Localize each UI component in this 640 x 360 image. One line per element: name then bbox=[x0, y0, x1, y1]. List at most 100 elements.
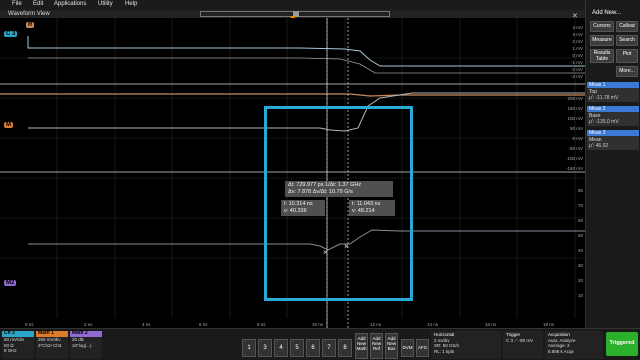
math1-label[interactable]: M bbox=[4, 122, 13, 128]
time-tick: 12 ns bbox=[370, 322, 382, 327]
more-button[interactable]: More... bbox=[616, 66, 638, 77]
vol-tick: -3 mV bbox=[570, 74, 583, 79]
time-tick: 16 ns bbox=[485, 322, 497, 327]
callout-button[interactable]: Callout bbox=[616, 21, 638, 32]
math1-badge[interactable]: Math 1 250 mV/div 2*Ch2+Ch3 bbox=[36, 330, 68, 359]
menu-bar: File Edit Applications Utility Help bbox=[0, 0, 585, 10]
cursor-a-value: v: 40.336 bbox=[284, 208, 307, 214]
channel-7-button[interactable]: 7 bbox=[322, 339, 336, 357]
vol-tick: 0 mV bbox=[572, 53, 583, 58]
delta-line-2: Δv: 7.878 Δv/Δt: 10.79 G/s bbox=[288, 189, 353, 195]
cursor-b-readout[interactable]: t: 11.043 ns v: 48.214 bbox=[349, 200, 395, 216]
time-tick: 10 ns bbox=[312, 322, 324, 327]
vol-tick: -1 mV bbox=[570, 60, 583, 65]
add-new-title: Add New... bbox=[592, 10, 622, 16]
trigger-line: C 3 ⟋ -80 mV bbox=[506, 337, 534, 343]
cursors-button[interactable]: Cursors bbox=[590, 21, 614, 32]
vol-tick: 70 bbox=[577, 203, 583, 208]
results-table-button[interactable]: Results Table bbox=[590, 49, 614, 63]
acquisition-line: 8.888 k Acqs bbox=[548, 348, 574, 354]
ref-label[interactable]: R bbox=[26, 22, 35, 28]
vol-tick: -100 mV bbox=[565, 156, 583, 161]
time-tick: 0 ns bbox=[25, 322, 34, 327]
vol-tick: 50 bbox=[577, 233, 583, 238]
channel-1-button[interactable]: 1 bbox=[242, 339, 256, 357]
math1-badge-line: 2*Ch2+Ch3 bbox=[38, 342, 62, 348]
cursor-b-time: t: 11.043 ns bbox=[352, 201, 381, 207]
horizontal-badge[interactable]: Horizontal 2 ns/div SR: 50 GS/s RL: 1 kp… bbox=[431, 331, 501, 359]
vol-tick: -2 mV bbox=[570, 67, 583, 72]
ch3-badge[interactable]: Ch 3 50 mV/div 50 Ω 9 GHz bbox=[2, 330, 34, 359]
channel-6-button[interactable]: 6 bbox=[306, 339, 320, 357]
vol-tick: 150 mV bbox=[567, 106, 583, 111]
math2-label[interactable]: M2 bbox=[4, 280, 17, 286]
app-logo-icon bbox=[0, 0, 10, 10]
triggered-status[interactable]: Triggered bbox=[606, 332, 638, 356]
vol-tick: 60 bbox=[577, 218, 583, 223]
cursor-a-time: t: 10.314 ns bbox=[284, 201, 313, 207]
measurement-badge[interactable]: Meas 2 Base μ': -135.0 mV bbox=[587, 106, 639, 126]
vol-tick: 0 mV bbox=[572, 136, 583, 141]
menu-file[interactable]: File bbox=[12, 1, 22, 7]
time-tick: 14 ns bbox=[427, 322, 439, 327]
menu-applications[interactable]: Applications bbox=[54, 1, 86, 7]
meas-value: μ': 46.02 bbox=[589, 143, 609, 149]
vol-tick: 4 mV bbox=[572, 25, 583, 30]
vol-tick: -50 mV bbox=[568, 146, 583, 151]
channel-4-button[interactable]: 4 bbox=[274, 339, 288, 357]
measurement-badge[interactable]: Meas 3 Mean μ': 46.02 bbox=[587, 130, 639, 150]
vol-tick: 1 mV bbox=[572, 46, 583, 51]
meas-value: μ': -135.0 mV bbox=[589, 119, 619, 125]
cursor-delta-readout[interactable]: Δt: 729.977 ps 1/Δt: 1.37 GHz Δv: 7.878 … bbox=[285, 181, 393, 197]
measure-button[interactable]: Measure bbox=[590, 35, 614, 46]
meas-header: Meas 1 bbox=[587, 82, 639, 88]
delta-line-1: Δt: 729.977 ps 1/Δt: 1.37 GHz bbox=[288, 182, 362, 188]
meas-header: Meas 3 bbox=[587, 130, 639, 136]
vol-tick: 100 mV bbox=[567, 116, 583, 121]
horizontal-line: RL: 1 kpts bbox=[434, 348, 455, 354]
vol-tick: 30 bbox=[577, 263, 583, 268]
menu-utility[interactable]: Utility bbox=[98, 1, 113, 7]
ch3-label[interactable]: C 3 bbox=[4, 31, 18, 37]
vol-tick: 3 mV bbox=[572, 32, 583, 37]
afg-button[interactable]: AFG bbox=[416, 339, 429, 357]
ref-waveform bbox=[0, 93, 585, 97]
math2-badge-line: 10*log(...) bbox=[72, 342, 92, 348]
vol-tick: 10 bbox=[577, 293, 583, 298]
cursor-a-readout[interactable]: t: 10.314 ns v: 40.336 bbox=[281, 200, 325, 216]
ch3-waveform bbox=[27, 36, 585, 67]
add-new-bus-button[interactable]: Add New Bus bbox=[385, 333, 398, 359]
vol-tick: 20 bbox=[577, 278, 583, 283]
time-tick: 6 ns bbox=[199, 322, 208, 327]
channel-8-button[interactable]: 8 bbox=[338, 339, 352, 357]
side-panel: Add New... Cursors Callout Measure Searc… bbox=[585, 0, 640, 328]
time-tick: 8 ns bbox=[257, 322, 266, 327]
time-tick: 18 ns bbox=[543, 322, 555, 327]
status-bar: Ch 3 50 mV/div 50 Ω 9 GHz Math 1 250 mV/… bbox=[0, 328, 640, 360]
vol-tick: 200 mV bbox=[567, 96, 583, 101]
plot-button[interactable]: Plot bbox=[616, 49, 638, 63]
cursor-b-value: v: 48.214 bbox=[352, 208, 375, 214]
vol-tick: 40 bbox=[577, 248, 583, 253]
vol-tick: -150 mV bbox=[565, 166, 583, 171]
waveform-plot[interactable]: × × C 3 M M2 R 4 mV 3 mV 2 mV 1 mV 0 mV … bbox=[0, 18, 585, 328]
add-new-math-button[interactable]: Add New Math bbox=[355, 333, 368, 359]
menu-help[interactable]: Help bbox=[125, 1, 137, 7]
dvm-button[interactable]: DVM bbox=[401, 339, 414, 357]
vol-tick: 2 mV bbox=[572, 39, 583, 44]
meas-header: Meas 2 bbox=[587, 106, 639, 112]
math2-badge[interactable]: Math 2 20 dB 10*log(...) bbox=[70, 330, 102, 359]
add-new-ref-button[interactable]: Add New Ref bbox=[370, 333, 383, 359]
meas-value: μ': -11.78 mV bbox=[589, 95, 619, 101]
channel-3-button[interactable]: 3 bbox=[258, 339, 272, 357]
ch3-badge-line: 9 GHz bbox=[4, 348, 17, 353]
channel-5-button[interactable]: 5 bbox=[290, 339, 304, 357]
acquisition-badge[interactable]: Acquisition Auto, Analyze Average: 2 8.8… bbox=[545, 331, 603, 359]
search-button[interactable]: Search bbox=[616, 35, 638, 46]
measurement-badge[interactable]: Meas 1 Top μ': -11.78 mV bbox=[587, 82, 639, 102]
vol-tick: 80 bbox=[577, 188, 583, 193]
menu-edit[interactable]: Edit bbox=[33, 1, 43, 7]
trigger-badge[interactable]: Trigger C 3 ⟋ -80 mV bbox=[503, 331, 543, 359]
waveform-view-title: Waveform View bbox=[8, 11, 50, 17]
time-tick: 2 ns bbox=[84, 322, 93, 327]
